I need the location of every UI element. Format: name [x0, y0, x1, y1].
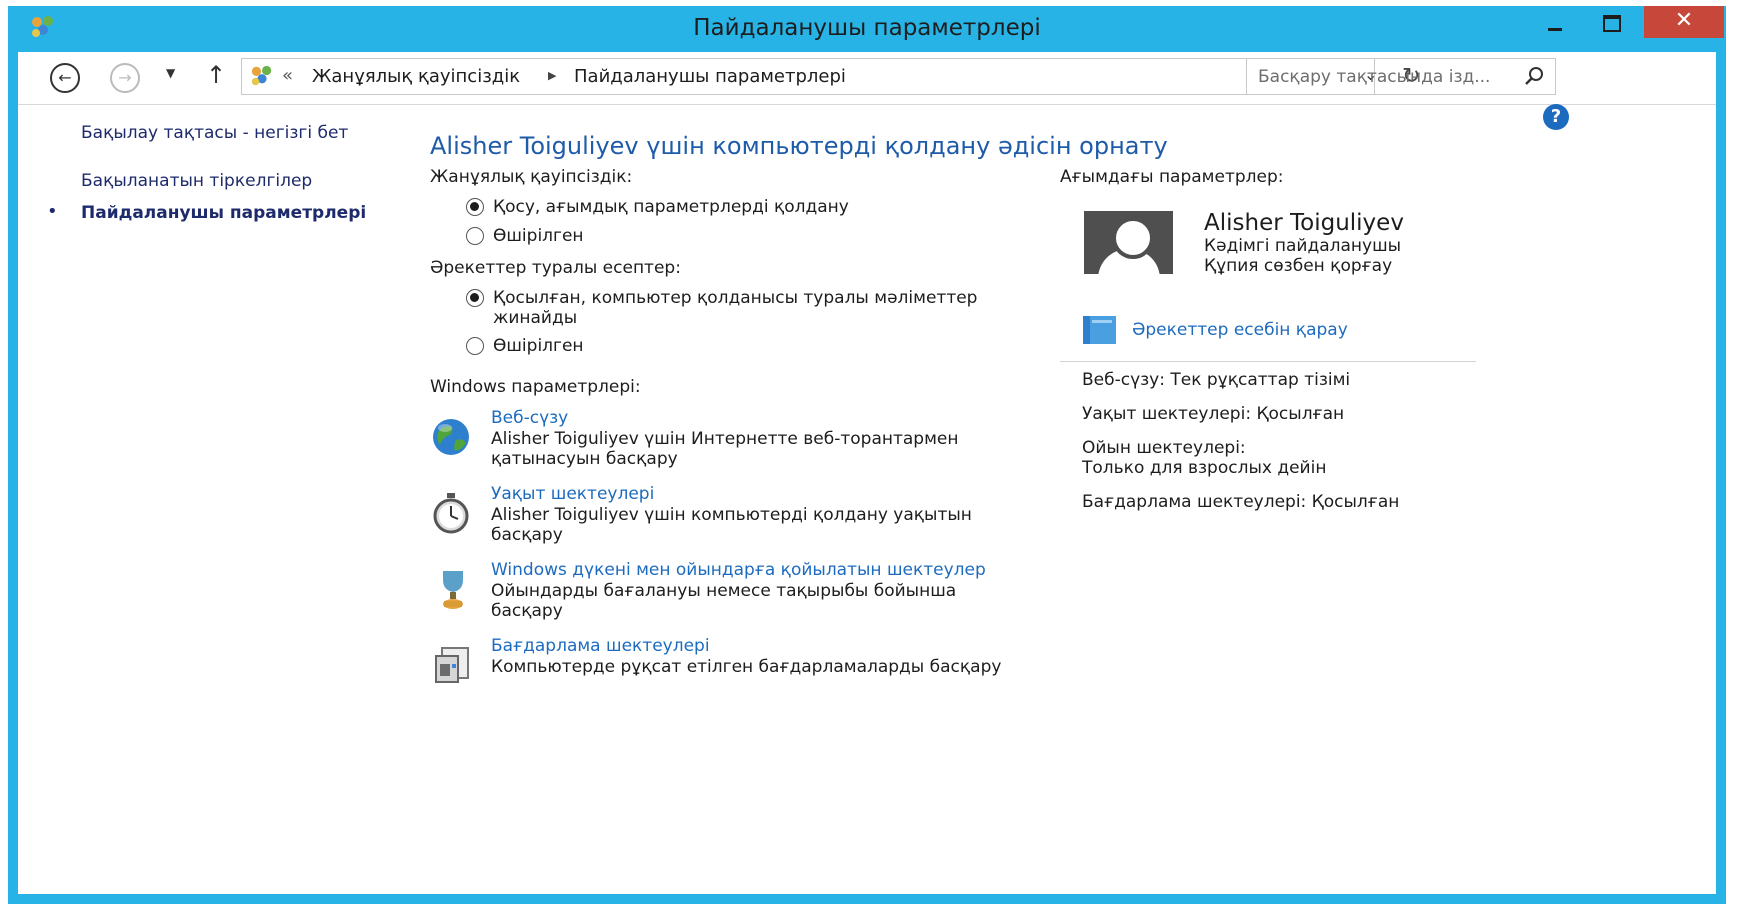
- globe-icon: [433, 419, 469, 455]
- control-panel-window: Пайдаланушы параметрлері ✕ ← → ▼ ↑ « Жан…: [8, 6, 1726, 904]
- navigation-bar: ← → ▼ ↑ « Жанұялық қауіпсіздік ▶ Пайдала…: [18, 52, 1716, 105]
- summary-game-restrictions-label: Ойын шектеулері:: [1082, 438, 1246, 458]
- summary-time-limits: Уақыт шектеулері: Қосылған: [1082, 404, 1345, 424]
- time-limits-link[interactable]: Уақыт шектеулері: [491, 484, 654, 504]
- family-safety-off-radio[interactable]: [466, 227, 484, 245]
- forward-button[interactable]: →: [110, 63, 140, 93]
- activity-reports-on-label[interactable]: Қосылған, компьютер қолданысы туралы мәл…: [493, 288, 1053, 328]
- user-avatar: [1084, 211, 1173, 274]
- family-safety-on-label[interactable]: Қосу, ағымдық параметрлерді қолдану: [493, 197, 849, 217]
- search-input[interactable]: Басқару тақтасында ізд...: [1246, 58, 1556, 95]
- window-title: Пайдаланушы параметрлері: [693, 15, 1041, 41]
- breadcrumb-user-settings[interactable]: Пайдаланушы параметрлері: [574, 66, 846, 87]
- user-name: Alisher Toiguliyev: [1204, 210, 1404, 236]
- family-safety-icon: [251, 65, 272, 86]
- view-activity-report-link[interactable]: Әрекеттер есебін қарау: [1132, 320, 1348, 340]
- divider: [1060, 361, 1476, 362]
- family-safety-off-label[interactable]: Өшірілген: [493, 226, 584, 246]
- breadcrumb-overflow-icon[interactable]: «: [282, 65, 293, 86]
- breadcrumb-separator-icon[interactable]: ▶: [548, 69, 556, 82]
- store-games-restrictions-link[interactable]: Windows дүкені мен ойындарға қойылатын ш…: [491, 560, 986, 580]
- stopwatch-icon: [433, 493, 469, 534]
- activity-reports-on-radio[interactable]: [466, 289, 484, 307]
- back-button[interactable]: ←: [50, 63, 80, 93]
- store-games-restrictions-desc: Ойындарды бағалануы немесе тақырыбы бойы…: [491, 581, 957, 621]
- time-limits-desc: Alisher Toiguliyev үшін компьютерді қолд…: [491, 505, 972, 545]
- web-filtering-desc: Alisher Toiguliyev үшін Интернетте веб-т…: [491, 429, 959, 469]
- family-safety-on-radio[interactable]: [466, 198, 484, 216]
- page-title: Alisher Toiguliyev үшін компьютерді қолд…: [430, 132, 1168, 160]
- app-restrictions-icon: [435, 647, 469, 683]
- sidebar-item-control-panel-home[interactable]: Бақылау тақтасы - негізгі бет: [81, 123, 348, 143]
- minimize-button[interactable]: [1532, 6, 1578, 38]
- recent-locations-dropdown[interactable]: ▼: [166, 66, 175, 80]
- sidebar-item-monitored-accounts[interactable]: Бақыланатын тіркелгілер: [81, 171, 312, 191]
- user-password-status: Құпия сөзбен қорғау: [1204, 256, 1393, 276]
- summary-web-filtering: Веб-сүзу: Тек рұқсаттар тізімі: [1082, 370, 1351, 390]
- activity-reports-off-label[interactable]: Өшірілген: [493, 336, 584, 356]
- activity-reports-label: Әрекеттер туралы есептер:: [430, 258, 681, 278]
- address-bar[interactable]: « Жанұялық қауіпсіздік ▶ Пайдаланушы пар…: [241, 58, 1420, 95]
- avatar-head-shape: [1112, 217, 1154, 259]
- current-page-bullet-icon: •: [47, 201, 58, 222]
- breadcrumb-family-safety[interactable]: Жанұялық қауіпсіздік: [312, 66, 520, 87]
- search-icon[interactable]: [1523, 65, 1545, 87]
- app-restrictions-desc: Компьютерде рұқсат етілген бағдарламалар…: [491, 657, 1002, 677]
- windows-settings-label: Windows параметрлері:: [430, 377, 641, 397]
- search-placeholder: Басқару тақтасында ізд...: [1258, 67, 1491, 87]
- user-account-type: Кәдімгі пайдаланушы: [1204, 236, 1402, 256]
- title-bar[interactable]: Пайдаланушы параметрлері ✕: [8, 6, 1726, 52]
- app-restrictions-link[interactable]: Бағдарлама шектеулері: [491, 636, 710, 656]
- activity-reports-off-radio[interactable]: [466, 337, 484, 355]
- web-filtering-link[interactable]: Веб-сүзу: [491, 408, 568, 428]
- family-safety-label: Жанұялық қауіпсіздік:: [430, 167, 633, 187]
- window-content: ← → ▼ ↑ « Жанұялық қауіпсіздік ▶ Пайдала…: [18, 52, 1716, 894]
- trophy-icon: [443, 571, 463, 609]
- maximize-button[interactable]: [1588, 6, 1634, 38]
- help-icon[interactable]: ?: [1543, 104, 1569, 130]
- close-button[interactable]: ✕: [1644, 6, 1724, 38]
- sidebar-item-user-settings: Пайдаланушы параметрлері: [81, 203, 367, 223]
- current-settings-label: Ағымдағы параметрлер:: [1060, 167, 1284, 187]
- activity-report-icon: [1083, 316, 1116, 344]
- up-button[interactable]: ↑: [206, 61, 226, 89]
- summary-game-restrictions-value: Только для взрослых дейін: [1082, 458, 1327, 478]
- summary-app-restrictions: Бағдарлама шектеулері: Қосылған: [1082, 492, 1400, 512]
